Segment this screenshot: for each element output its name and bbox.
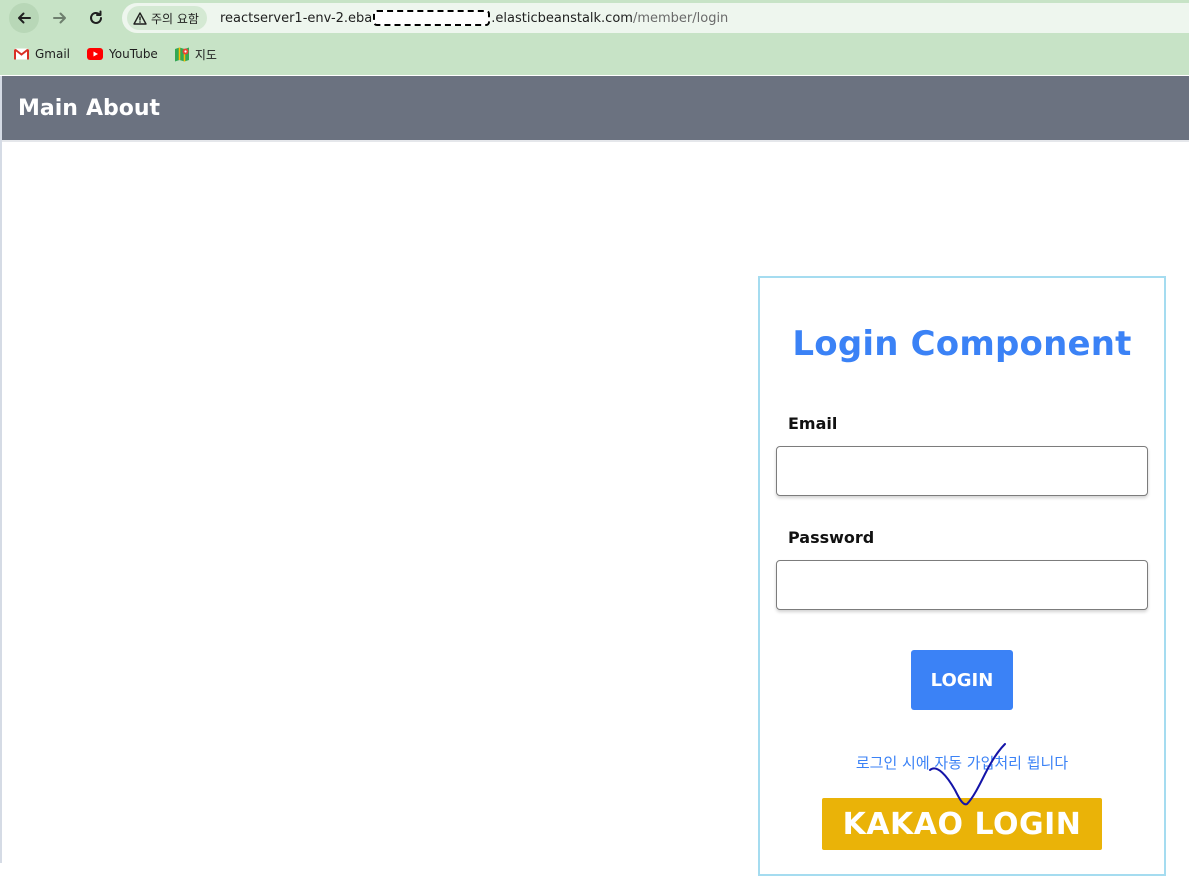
youtube-icon [87,48,104,60]
url-path: /member/login [632,10,729,26]
login-button[interactable]: LOGIN [911,650,1013,710]
password-field[interactable] [776,560,1148,610]
bookmarks-bar: Gmail YouTube 지도 [0,40,220,68]
header-divider [2,140,1189,142]
bookmark-youtube[interactable]: YouTube [87,47,158,61]
url-host-end: .elasticbeanstalk.com [491,10,633,26]
arrow-left-icon [18,12,31,24]
page-title: Login Component [792,324,1132,364]
bookmark-label: Gmail [35,47,71,61]
security-label: 주의 요함 [151,11,199,26]
login-card: Login Component Email Password LOGIN 로그인… [758,276,1166,876]
email-label: Email [788,414,838,433]
nav-link-main[interactable]: Main [18,96,78,121]
bookmark-label: YouTube [109,47,158,61]
password-label: Password [788,528,875,547]
arrow-right-icon [53,12,66,24]
maps-icon [174,47,189,62]
security-chip[interactable]: 주의 요함 [127,6,207,30]
kakao-login-button[interactable]: KAKAO LOGIN [822,798,1102,850]
redaction-box [373,10,491,26]
bookmark-label: 지도 [194,47,217,62]
auto-signup-notice: 로그인 시에 자동 가입처리 됩니다 [855,754,1069,772]
reload-button[interactable] [81,3,111,33]
back-button[interactable] [9,3,39,33]
reload-icon [90,10,102,24]
bookmark-gmail[interactable]: Gmail [14,47,70,61]
gmail-icon [14,48,29,60]
email-field[interactable] [776,446,1148,496]
nav-link-about[interactable]: About [86,96,160,121]
page-left-edge [0,76,2,863]
address-bar[interactable]: 주의 요함 reactserver1-env-2.eba .elasticbean… [122,3,1189,33]
bookmark-maps[interactable]: 지도 [174,46,217,63]
url-host-start: reactserver1-env-2.eba [220,10,373,26]
app-header: Main About [2,76,1189,140]
browser-toolbar: 주의 요함 reactserver1-env-2.eba .elasticbean… [0,0,1189,75]
forward-button[interactable] [45,3,75,33]
warning-icon [133,11,147,25]
url-text[interactable]: reactserver1-env-2.eba .elasticbeanstalk.… [220,10,728,26]
